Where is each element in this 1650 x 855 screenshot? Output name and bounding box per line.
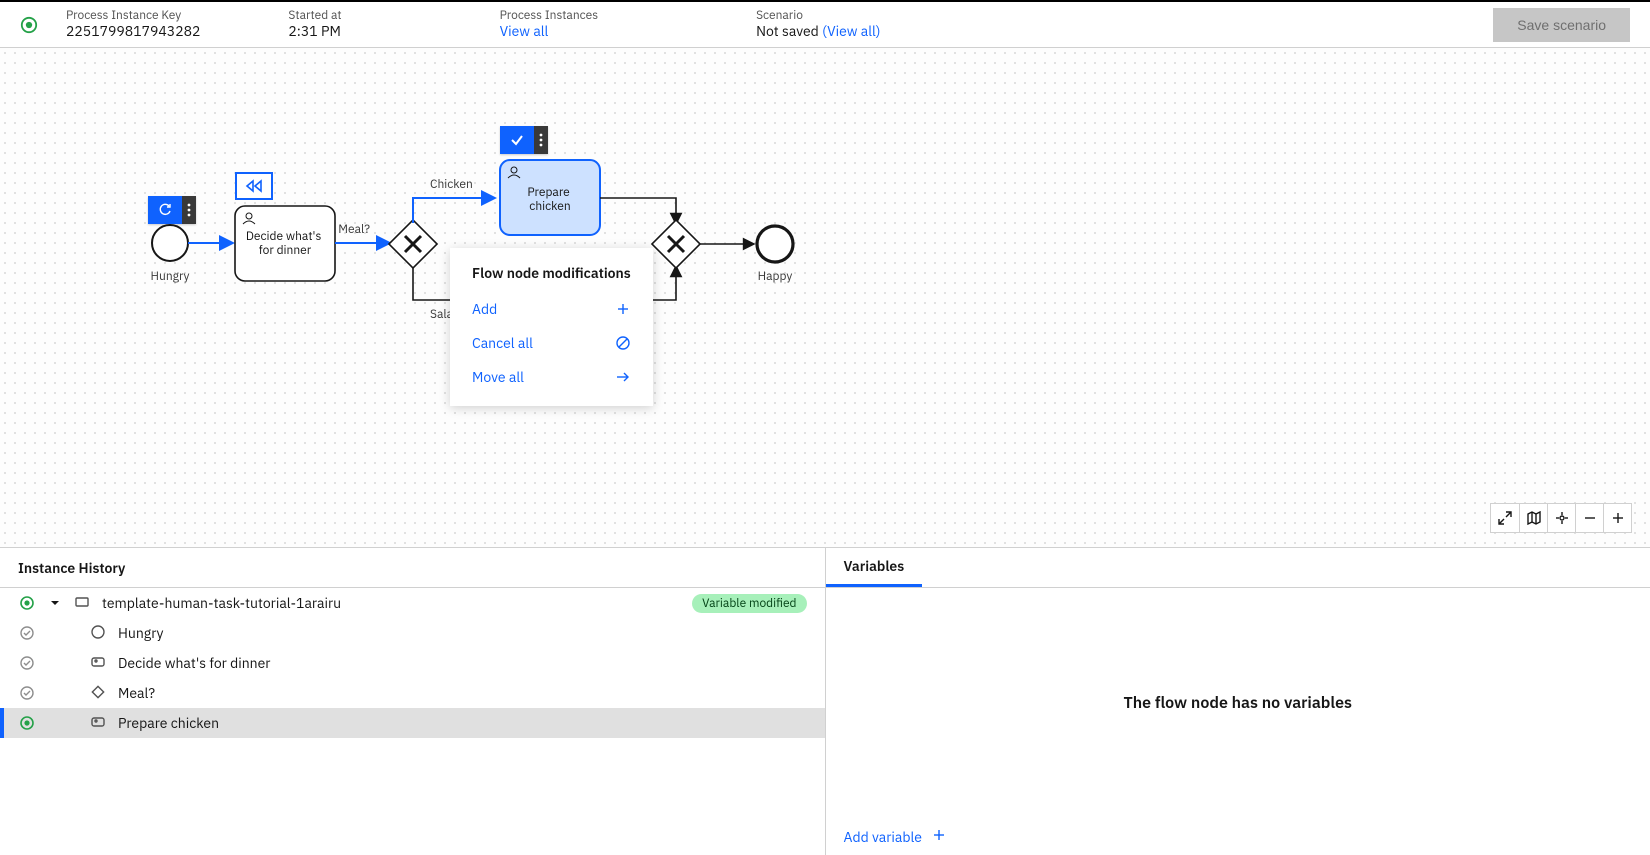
start-event-icon <box>90 624 108 642</box>
history-row-hungry[interactable]: Hungry <box>0 618 825 648</box>
plus-icon <box>932 828 946 846</box>
scenario-value: Not saved <box>756 22 819 40</box>
svg-text:Prepare chicken: Prepare chicken <box>527 185 572 214</box>
save-scenario-button[interactable]: Save scenario <box>1493 8 1630 42</box>
scenario-label: Scenario <box>756 8 880 23</box>
completed-icon <box>18 625 36 641</box>
completed-icon <box>18 655 36 671</box>
gateway-icon <box>90 684 108 702</box>
completed-icon <box>18 685 36 701</box>
history-row-prepare-chicken[interactable]: Prepare chicken <box>0 708 825 738</box>
prohibit-icon <box>615 335 631 351</box>
bpmn-canvas[interactable]: Hungry Decide what's for dinner Meal? Ch… <box>0 48 1650 548</box>
scenario-view-all-link[interactable]: (View all) <box>822 22 880 40</box>
history-row-label: Hungry <box>118 624 163 642</box>
key-label: Process Instance Key <box>66 8 200 23</box>
header-bar: Process Instance Key 2251799817943282 St… <box>0 0 1650 48</box>
minimap-icon[interactable] <box>1519 504 1547 532</box>
chicken-task-toolbar[interactable] <box>500 126 548 154</box>
instances-label: Process Instances <box>500 8 598 23</box>
flow-node-context-menu: Flow node modifications Add Cancel all M… <box>450 248 653 406</box>
plus-icon <box>615 301 631 317</box>
fit-icon[interactable] <box>1547 504 1575 532</box>
started-label: Started at <box>288 8 341 23</box>
arrow-right-icon <box>615 369 631 385</box>
header-process-key: Process Instance Key 2251799817943282 <box>66 8 200 41</box>
start-event-toolbar[interactable] <box>148 196 196 224</box>
context-menu-title: Flow node modifications <box>472 264 631 282</box>
gateway-split[interactable] <box>389 220 437 268</box>
started-value: 2:31 PM <box>288 23 341 41</box>
instance-active-icon <box>20 16 38 34</box>
decide-task-toolbar[interactable] <box>235 172 273 200</box>
start-event-label: Hungry <box>151 269 190 284</box>
end-event[interactable] <box>757 226 793 262</box>
check-icon[interactable] <box>500 126 534 154</box>
gateway-merge[interactable] <box>652 220 700 268</box>
context-menu-add[interactable]: Add <box>472 292 631 326</box>
branch-top-label: Chicken <box>430 177 473 192</box>
no-variables-message: The flow node has no variables <box>826 588 1650 817</box>
add-variable-button[interactable]: Add variable <box>826 817 1650 855</box>
refresh-icon[interactable] <box>148 196 182 224</box>
gateway-label: Meal? <box>338 222 370 237</box>
process-icon <box>74 594 92 612</box>
instances-view-all-link[interactable]: View all <box>500 23 598 41</box>
key-value: 2251799817943282 <box>66 23 200 41</box>
user-task-icon <box>90 714 108 732</box>
history-row-root[interactable]: template-human-task-tutorial-1arairu Var… <box>0 588 825 618</box>
bottom-panels: Instance History template-human <box>0 548 1650 855</box>
tab-variables[interactable]: Variables <box>826 548 923 587</box>
zoom-in-icon[interactable] <box>1603 504 1631 532</box>
header-process-instances: Process Instances View all <box>500 8 598 41</box>
active-icon <box>18 715 36 731</box>
active-icon <box>18 595 36 611</box>
context-menu-cancel-all[interactable]: Cancel all <box>472 326 631 360</box>
header-started-at: Started at 2:31 PM <box>288 8 341 41</box>
caret-down-icon[interactable] <box>46 598 64 608</box>
history-row-label: Meal? <box>118 684 155 702</box>
history-row-label: Prepare chicken <box>118 714 219 732</box>
instance-history-title: Instance History <box>0 548 825 588</box>
expand-icon[interactable] <box>1491 504 1519 532</box>
rewind-icon <box>245 179 263 193</box>
history-row-meal[interactable]: Meal? <box>0 678 825 708</box>
user-task-icon <box>90 654 108 672</box>
variable-modified-badge: Variable modified <box>692 594 806 613</box>
history-row-decide[interactable]: Decide what's for dinner <box>0 648 825 678</box>
start-event[interactable] <box>152 225 188 261</box>
zoom-controls <box>1490 503 1632 533</box>
instance-history-panel: Instance History template-human <box>0 548 826 855</box>
header-scenario: Scenario Not saved (View all) <box>756 8 880 41</box>
context-menu-move-all[interactable]: Move all <box>472 360 631 394</box>
more-icon[interactable] <box>182 196 196 224</box>
history-row-label: template-human-task-tutorial-1arairu <box>102 594 341 612</box>
variables-panel: Variables The flow node has no variables… <box>826 548 1650 855</box>
end-event-label: Happy <box>758 269 793 284</box>
more-icon[interactable] <box>534 126 548 154</box>
bpmn-svg: Hungry Decide what's for dinner Meal? Ch… <box>0 48 1650 548</box>
zoom-out-icon[interactable] <box>1575 504 1603 532</box>
history-row-label: Decide what's for dinner <box>118 654 270 672</box>
